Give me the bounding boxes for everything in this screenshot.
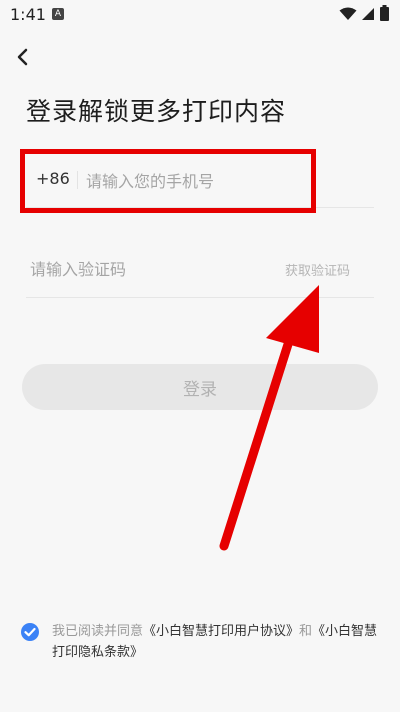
wifi-icon xyxy=(339,7,357,20)
agreement-text: 我已阅读并同意《小白智慧打印用户协议》和《小白智慧打印隐私条款》 xyxy=(52,621,378,663)
code-underline xyxy=(26,297,374,298)
agreement-conjunction: 和 xyxy=(299,624,313,639)
signal-icon xyxy=(362,8,374,20)
phone-row: +86 xyxy=(26,152,374,208)
agreement-prefix: 我已阅读并同意 xyxy=(52,624,144,639)
user-agreement-link[interactable]: 《小白智慧打印用户协议》 xyxy=(143,624,299,639)
verification-code-input[interactable] xyxy=(28,254,252,284)
phone-input[interactable] xyxy=(84,166,358,196)
get-code-button[interactable]: 获取验证码 xyxy=(285,260,350,279)
battery-icon xyxy=(380,5,389,21)
app-notification-icon: A xyxy=(52,8,64,20)
code-row: 获取验证码 xyxy=(26,242,374,298)
status-bar: 1:41 A xyxy=(0,0,400,30)
back-arrow-icon xyxy=(17,48,28,66)
status-time: 1:41 xyxy=(10,5,46,24)
page-title: 登录解锁更多打印内容 xyxy=(26,97,287,126)
country-code[interactable]: +86 xyxy=(36,169,70,188)
back-button[interactable] xyxy=(8,43,36,71)
login-button[interactable]: 登录 xyxy=(22,364,378,410)
phone-underline xyxy=(26,207,374,208)
check-circle-icon[interactable] xyxy=(20,622,40,642)
prefix-divider xyxy=(77,171,78,189)
